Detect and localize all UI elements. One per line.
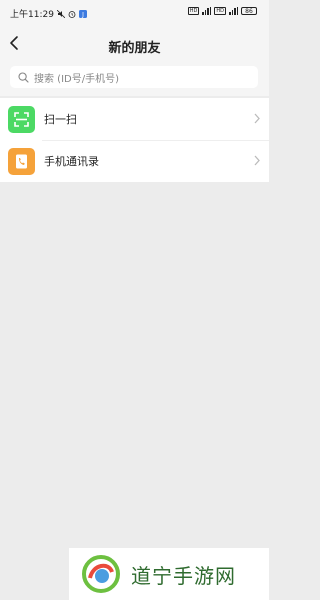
list-item-label: 扫一扫: [44, 113, 77, 126]
signal-icon-2: [229, 7, 238, 15]
menu-list: 扫一扫 手机通讯录: [0, 98, 269, 182]
status-left: 上午11:29 J: [10, 7, 87, 20]
hd-badge: HD: [187, 7, 200, 15]
chevron-right-icon: [254, 155, 260, 166]
search-area: 搜索 (ID号/手机号): [0, 60, 269, 96]
hd-badge-2: HD: [214, 7, 226, 15]
chevron-right-icon: [254, 113, 260, 124]
watermark-logo-icon: [82, 555, 120, 593]
search-icon: [18, 71, 29, 83]
search-placeholder: 搜索 (ID号/手机号): [34, 73, 119, 85]
search-input[interactable]: 搜索 (ID号/手机号): [10, 66, 258, 88]
battery-icon: 86: [241, 7, 257, 15]
alarm-icon: [68, 10, 76, 18]
page-title: 新的朋友: [108, 41, 161, 56]
list-item-scan[interactable]: 扫一扫: [0, 98, 269, 140]
mute-icon: [56, 9, 65, 18]
watermark-text: 道宁手游网: [131, 563, 236, 588]
status-right: HD HD 86: [187, 7, 257, 15]
app-notification-icon: J: [78, 9, 87, 18]
contacts-icon: [8, 147, 35, 175]
status-time: 上午11:29: [10, 10, 54, 20]
status-bar: 上午11:29 J HD HD 86: [0, 0, 269, 26]
watermark: 道宁手游网: [69, 548, 269, 600]
scan-icon: [8, 105, 35, 133]
list-item-phone-contacts[interactable]: 手机通讯录: [0, 140, 269, 182]
svg-text:J: J: [81, 11, 84, 18]
signal-icon: [202, 7, 212, 15]
list-item-label: 手机通讯录: [44, 155, 99, 168]
